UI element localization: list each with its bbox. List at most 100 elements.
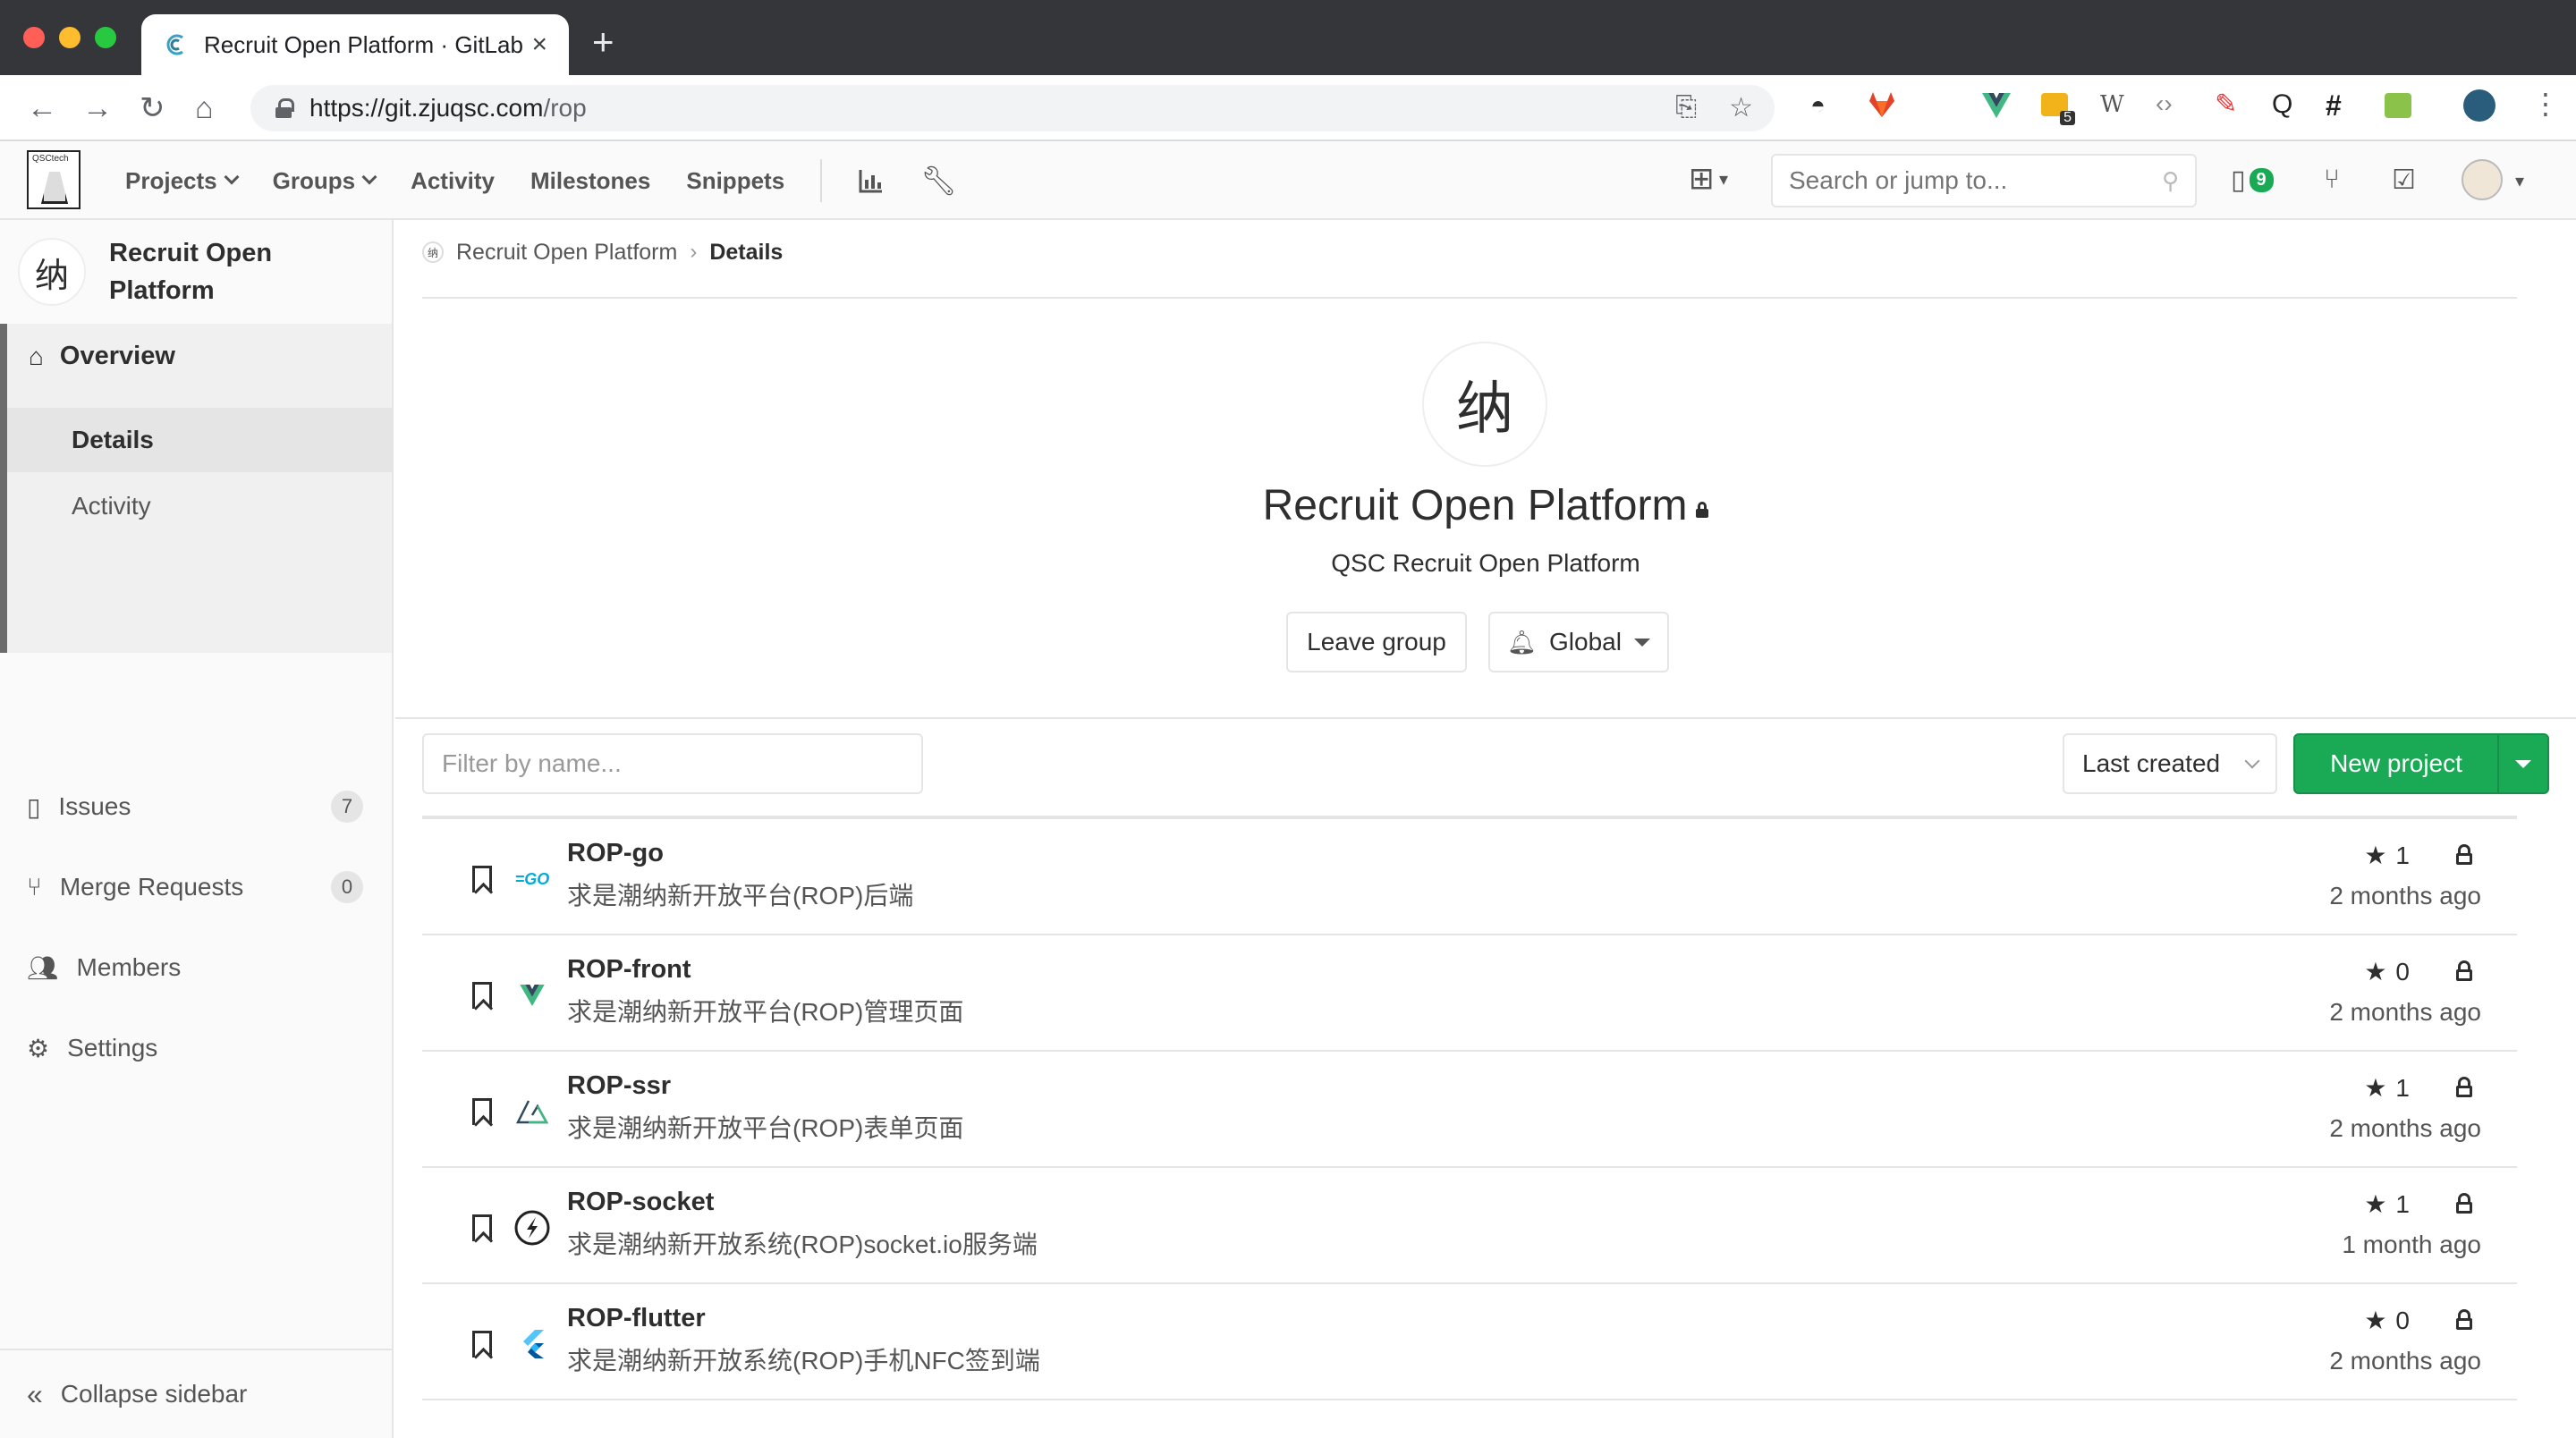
nav-milestones[interactable]: Milestones [530,167,650,195]
project-row[interactable]: =GO ROP-go 求是潮纳新开放平台(ROP)后端 ★ 1 2 months … [422,819,2517,935]
new-dropdown-icon[interactable]: ⊞ ▾ [1689,161,1728,197]
browser-tab-active[interactable]: Recruit Open Platform · GitLab × [141,14,569,75]
window-close-button[interactable] [23,27,45,48]
project-name[interactable]: ROP-front [567,955,691,985]
wikipedia-icon[interactable]: W [2100,93,2124,116]
extension-feather-icon[interactable]: ✎ [2215,91,2237,118]
site-logo[interactable]: QSCtech [27,150,80,209]
project-stars: ★ 1 [2364,1189,2410,1219]
vue-devtools-icon[interactable] [1982,93,2011,118]
translate-icon[interactable]: ⎘ [1675,92,1697,123]
project-stars: ★ 0 [2364,957,2410,986]
project-name[interactable]: ROP-go [567,839,664,868]
gitlab-favicon-icon [166,34,183,55]
project-name[interactable]: ROP-ssr [567,1071,671,1101]
sidebar-item-overview[interactable]: ⌂ Overview [29,342,175,371]
breadcrumb: 纳 Recruit Open Platform › Details [422,240,2517,299]
todos-check-icon[interactable]: ☑ [2392,165,2416,196]
sidebar-item-details[interactable]: Details [7,408,392,472]
tab-close-icon[interactable]: × [531,31,547,58]
search-q-icon[interactable]: Q [2272,91,2292,118]
window-zoom-button[interactable] [95,27,116,48]
hash-icon[interactable]: # [2326,91,2342,120]
project-stars: ★ 0 [2364,1306,2410,1335]
url-text: https://git.zjuqsc.com/rop [309,94,587,122]
issues-todo-icon[interactable]: ▯ 9 [2231,165,2274,196]
nav-groups[interactable]: Groups [273,167,377,195]
project-row[interactable]: ROP-front 求是潮纳新开放平台(ROP)管理页面 ★ 0 2 months… [422,935,2517,1052]
user-avatar[interactable] [2462,159,2503,200]
back-icon[interactable]: ← [27,93,57,123]
collapse-sidebar-button[interactable]: « Collapse sidebar [0,1349,392,1438]
flutter-icon [512,1324,553,1365]
sidebar-group-name: Recruit Open Platform [109,239,273,305]
chart-icon[interactable] [858,167,885,194]
chevron-down-icon [224,169,240,185]
star-icon: ★ [2364,1190,2387,1218]
extension-tabs-icon[interactable]: 5 [2041,93,2075,125]
bookmark-icon [472,866,492,892]
reload-icon[interactable]: ↻ [140,93,165,123]
project-updated: 2 months ago [2329,998,2481,1026]
project-name[interactable]: ROP-flutter [567,1304,706,1333]
chevron-down-icon[interactable]: ▾ [2515,170,2524,192]
profile-avatar-icon[interactable] [2463,89,2496,122]
forward-icon[interactable]: → [82,93,113,123]
socketio-icon [512,1207,553,1248]
chrome-menu-icon[interactable]: ⋮ [2531,89,2560,118]
code-icon[interactable]: ‹› [2156,91,2173,116]
leave-group-button[interactable]: Leave group [1286,612,1467,672]
new-project-dropdown[interactable] [2499,735,2547,792]
sidebar-item-activity[interactable]: Activity [7,474,392,538]
extension-plant-icon[interactable] [2385,93,2411,118]
nav-projects[interactable]: Projects [125,167,240,195]
bookmark-icon [472,1331,492,1358]
main-content: 纳 Recruit Open Platform › Details 纳 Recr… [395,220,2576,1438]
new-project-button[interactable]: New project [2295,735,2499,792]
sidebar-item-merge-requests[interactable]: ⑂ Merge Requests 0 [0,851,392,923]
caret-down-icon [2515,759,2531,768]
gitlab-extension-icon[interactable] [1868,91,1896,118]
nav-snippets[interactable]: Snippets [686,167,784,195]
project-row[interactable]: ROP-flutter 求是潮纳新开放系统(ROP)手机NFC签到端 ★ 0 2 … [422,1284,2517,1400]
window-minimize-button[interactable] [59,27,80,48]
issues-icon: ▯ [27,792,41,821]
star-icon: ★ [2364,958,2387,985]
flask-icon [41,172,68,204]
divider [395,717,2576,719]
star-icon: ★ [2364,1074,2387,1102]
tab-title: Recruit Open Platform · GitLab [204,30,523,58]
merge-requests-icon[interactable]: ⑂ [2324,165,2340,195]
nav-activity[interactable]: Activity [411,167,495,195]
global-search[interactable]: ⚲ [1771,154,2197,207]
sidebar-item-settings[interactable]: ⚙ Settings [0,1012,392,1084]
search-input[interactable] [1789,166,2162,195]
sort-dropdown[interactable]: Last created [2063,733,2277,794]
notification-dropdown[interactable]: 🔔︎ Global [1488,612,1669,672]
breadcrumb-group[interactable]: Recruit Open Platform [456,240,677,266]
merge-request-icon: ⑂ [27,873,42,901]
filter-by-name-input[interactable]: Filter by name... [422,733,923,794]
sidebar-item-issues[interactable]: ▯ Issues 7 [0,771,392,842]
group-sidebar: 纳 Recruit Open Platform ⌂ Overview Detai… [0,220,394,1438]
lock-icon [1696,502,1709,518]
sidebar-item-members[interactable]: 👥︎ Members [0,932,392,1003]
gear-icon: ⚙ [27,1034,50,1062]
lock-icon [2456,1309,2472,1331]
bookmark-star-icon[interactable]: ☆ [1729,92,1753,123]
sidebar-group-header[interactable]: 纳 Recruit Open Platform [18,234,324,309]
home-icon: ⌂ [29,342,44,370]
group-avatar: 纳 [1422,342,1547,467]
wrench-icon[interactable]: 🔧︎ [920,164,957,198]
new-tab-button[interactable]: + [592,23,614,61]
home-icon[interactable]: ⌂ [195,93,214,123]
address-bar[interactable]: https://git.zjuqsc.com/rop ⎘ ☆ [250,85,1775,131]
project-name[interactable]: ROP-socket [567,1188,714,1217]
project-row[interactable]: ROP-ssr 求是潮纳新开放平台(ROP)表单页面 ★ 1 2 months a… [422,1052,2517,1168]
extension-mask-icon[interactable]: ◓ [1810,93,1826,118]
star-icon: ★ [2364,1307,2387,1334]
project-row[interactable]: ROP-socket 求是潮纳新开放系统(ROP)socket.io服务端 ★ 1… [422,1168,2517,1284]
lock-icon [2456,844,2472,866]
lock-icon [275,98,294,118]
group-avatar-small: 纳 [18,238,86,306]
